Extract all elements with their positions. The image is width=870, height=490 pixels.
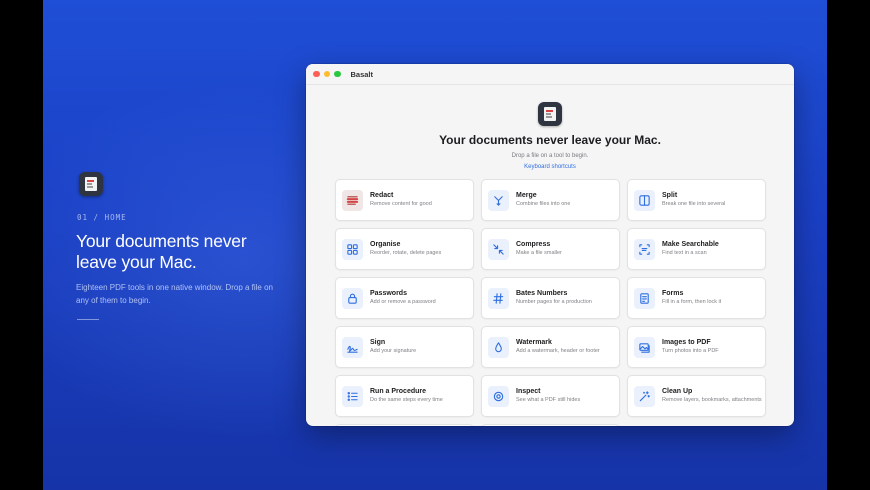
- tool-description: Make a file smaller: [516, 250, 562, 257]
- tool-name: Compress: [516, 241, 551, 249]
- section-kicker: 01 / HOME: [77, 213, 127, 222]
- close-button[interactable]: [313, 70, 320, 78]
- tool-name: Inspect: [516, 388, 541, 396]
- lock-icon: [342, 287, 363, 309]
- tool-text: Forms Fill in a form, then lock it: [662, 289, 721, 307]
- tool-text: Make Searchable Find text in a scan: [662, 240, 719, 258]
- tool-description: Do the same steps every time: [370, 397, 443, 404]
- tool-description: Add a watermark, header or footer: [516, 348, 600, 355]
- tool-text: Passwords Add or remove a password: [370, 289, 436, 307]
- tool-description: Find text in a scan: [662, 250, 707, 257]
- tool-tile-sign[interactable]: Sign Add your signature: [335, 326, 474, 368]
- drop-icon: [488, 336, 509, 358]
- tool-tile-inspect[interactable]: Inspect See what a PDF still hides: [481, 375, 620, 417]
- tool-text: Watermark Add a watermark, header or foot…: [516, 338, 600, 356]
- tool-text: Inspect See what a PDF still hides: [516, 387, 580, 405]
- redact-icon: [342, 189, 363, 211]
- tool-tile-forms[interactable]: Forms Fill in a form, then lock it: [627, 277, 766, 319]
- tool-text: Redact Remove content for good: [370, 191, 432, 209]
- divider: [77, 319, 99, 320]
- tool-tile-partial[interactable]: [335, 424, 474, 426]
- tool-name: Images to PDF: [662, 339, 711, 347]
- tool-tile-watermark[interactable]: Watermark Add a watermark, header or foot…: [481, 326, 620, 368]
- signature-icon: [342, 336, 363, 358]
- tool-tile-organise[interactable]: Organise Reorder, rotate, delete pages: [335, 228, 474, 270]
- wand-icon: [634, 385, 655, 407]
- tool-name: Forms: [662, 290, 684, 298]
- tool-name: Run a Procedure: [370, 388, 427, 396]
- merge-icon: [488, 189, 509, 211]
- split-icon: [634, 189, 655, 211]
- tool-name: Redact: [370, 192, 394, 200]
- minimize-button[interactable]: [323, 70, 330, 78]
- home-hero: Your documents never leave your Mac. Dro…: [306, 102, 794, 170]
- tool-text: Bates Numbers Number pages for a producti…: [516, 289, 592, 307]
- tool-tile-bates-numbers[interactable]: Bates Numbers Number pages for a producti…: [481, 277, 620, 319]
- images-icon: [634, 336, 655, 358]
- tool-description: Fill in a form, then lock it: [662, 299, 722, 306]
- organise-icon: [342, 238, 363, 260]
- tool-description: Add or remove a password: [370, 299, 436, 306]
- tool-tile-make-searchable[interactable]: Make Searchable Find text in a scan: [627, 228, 766, 270]
- tool-name: Watermark: [516, 339, 552, 347]
- tool-text: Compress Make a file smaller: [516, 240, 562, 258]
- list-icon: [342, 385, 363, 407]
- promo-headline: Your documents never leave your Mac.: [76, 231, 247, 272]
- hash-icon: [488, 287, 509, 309]
- tool-text: Images to PDF Turn photos into a PDF: [662, 338, 719, 356]
- tool-tile-run-a-procedure[interactable]: Run a Procedure Do the same steps every t…: [335, 375, 474, 417]
- title-bar: Basalt: [306, 64, 794, 85]
- promo-description: Eighteen PDF tools in one native window.…: [76, 283, 274, 305]
- window-title: Basalt: [350, 69, 374, 79]
- tool-description: Combine files into one: [516, 201, 571, 208]
- tool-tile-redact[interactable]: Redact Remove content for good: [335, 179, 474, 221]
- tool-name: Make Searchable: [662, 241, 719, 249]
- tool-tile-split[interactable]: Split Break one file into several: [627, 179, 766, 221]
- tool-text: Organise Reorder, rotate, delete pages: [370, 240, 441, 258]
- tool-tile-passwords[interactable]: Passwords Add or remove a password: [335, 277, 474, 319]
- app-icon: [79, 172, 103, 196]
- tool-name: Organise: [370, 241, 401, 249]
- scan-icon: [634, 238, 655, 260]
- tool-tile-clean-up[interactable]: Clean Up Remove layers, bookmarks, attach…: [627, 375, 766, 417]
- tool-tile-merge[interactable]: Merge Combine files into one: [481, 179, 620, 221]
- tool-text: Run a Procedure Do the same steps every t…: [370, 387, 443, 405]
- tool-text: Split Break one file into several: [662, 191, 725, 209]
- tool-name: Merge: [516, 192, 537, 200]
- app-window: Basalt Your documents never leave your M…: [306, 64, 794, 426]
- tool-description: Add your signature: [370, 348, 417, 355]
- page-subtitle: Drop a file on a tool to begin.: [511, 153, 589, 159]
- tool-tile-compress[interactable]: Compress Make a file smaller: [481, 228, 620, 270]
- page-title: Your documents never leave your Mac.: [439, 133, 661, 147]
- tool-description: See what a PDF still hides: [516, 397, 581, 404]
- zoom-button[interactable]: [334, 70, 341, 78]
- tool-text: Sign Add your signature: [370, 338, 416, 356]
- inspect-icon: [488, 385, 509, 407]
- tool-text: Merge Combine files into one: [516, 191, 570, 209]
- tool-grid: Redact Remove content for good Merge Combin…: [335, 179, 766, 426]
- tool-name: Clean Up: [662, 388, 693, 396]
- keyboard-shortcuts-link[interactable]: Keyboard shortcuts: [306, 164, 794, 170]
- tool-name: Bates Numbers: [516, 290, 568, 298]
- tool-description: Turn photos into a PDF: [662, 348, 719, 355]
- tool-tile-partial[interactable]: [481, 424, 620, 426]
- tool-description: Remove content for good: [370, 201, 432, 208]
- tool-name: Passwords: [370, 290, 407, 298]
- tool-text: Clean Up Remove layers, bookmarks, attach…: [662, 387, 762, 405]
- tool-description: Number pages for a production: [516, 299, 592, 306]
- app-icon: [538, 102, 562, 126]
- tool-name: Sign: [370, 339, 386, 347]
- tool-description: Break one file into several: [662, 201, 726, 208]
- compress-icon: [488, 238, 509, 260]
- tool-tile-images-to-pdf[interactable]: Images to PDF Turn photos into a PDF: [627, 326, 766, 368]
- tool-description: Remove layers, bookmarks, attachments: [662, 397, 762, 404]
- tool-description: Reorder, rotate, delete pages: [370, 250, 442, 257]
- tool-name: Split: [662, 192, 678, 200]
- form-icon: [634, 287, 655, 309]
